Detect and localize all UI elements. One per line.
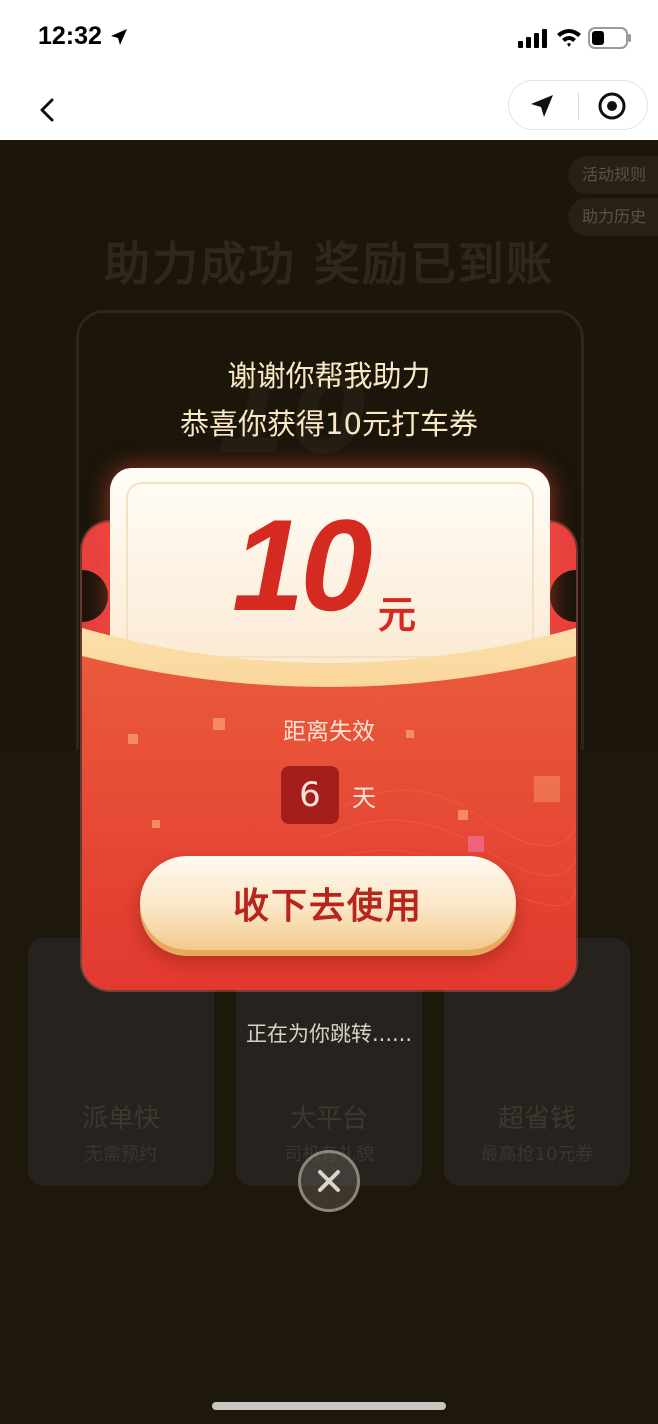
days-unit: 天: [352, 784, 376, 812]
modal-title-line2: 恭喜你获得10元打车券: [180, 407, 478, 441]
sparkle-decoration: [152, 820, 160, 828]
modal-title: 谢谢你帮我助力 恭喜你获得10元打车券: [0, 352, 658, 448]
battery-icon: [588, 27, 631, 49]
feature-title: 大平台: [289, 1104, 368, 1134]
status-bar: 12:32: [0, 0, 658, 80]
mini-program-capsule: [508, 80, 648, 130]
feature-subtitle: 无需预约: [85, 1144, 157, 1165]
modal-title-line1: 谢谢你帮我助力: [227, 359, 431, 393]
close-icon: [318, 1170, 340, 1192]
background-headline: 助力成功 奖励已到账: [103, 237, 554, 291]
days-remaining: 6: [281, 766, 339, 824]
location-arrow-icon: [111, 29, 127, 45]
wifi-icon: [557, 29, 581, 47]
sparkle-decoration: [534, 776, 560, 802]
nav-bar: [0, 80, 658, 140]
sparkle-decoration: [468, 836, 484, 852]
status-time: 12:32: [38, 22, 102, 50]
home-indicator[interactable]: [212, 1402, 446, 1410]
accept-and-use-button[interactable]: 收下去使用: [140, 856, 516, 950]
feature-subtitle: 最高抢10元券: [480, 1144, 594, 1165]
modal-close-button[interactable]: [298, 1150, 360, 1212]
feature-title: 超省钱: [497, 1104, 576, 1134]
redirect-status-text: 正在为你跳转......: [245, 1022, 413, 1046]
navigation-arrow-icon[interactable]: [529, 93, 555, 119]
expire-label: 距离失效: [283, 719, 375, 745]
back-button[interactable]: [28, 90, 68, 130]
target-circle-icon[interactable]: [597, 91, 627, 121]
activity-rules-button[interactable]: 活动规则: [567, 156, 658, 194]
capsule-divider: [578, 92, 579, 120]
feature-title: 派单快: [81, 1104, 160, 1134]
cellular-signal-icon: [518, 29, 547, 48]
sparkle-decoration: [458, 810, 468, 820]
